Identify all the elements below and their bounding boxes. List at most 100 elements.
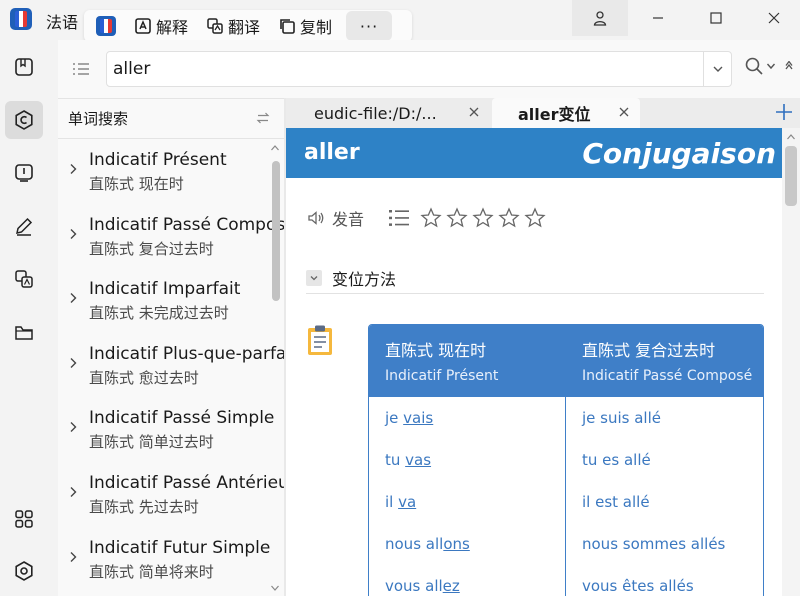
verb-link[interactable]: vas [405,451,431,469]
list-item-subtitle: 直陈式 现在时 [89,175,184,193]
chevron-right-icon [70,486,77,497]
collapse-chevron-icon[interactable] [784,61,794,71]
section-conjugation-methods[interactable]: 变位方法 [306,262,764,294]
list-item[interactable]: Indicatif Imparfait 直陈式 未完成过去时 [58,268,284,333]
word-list-scrollbar[interactable] [272,161,280,301]
rail-item-apps[interactable] [5,500,43,538]
minimize-button[interactable] [630,0,686,36]
copy-label: 复制 [300,18,333,37]
search-button[interactable] [744,56,794,76]
list-menu-icon[interactable] [70,58,92,80]
chevron-down-icon [310,275,318,280]
chevron-down-icon [713,66,722,72]
conjugation-row[interactable]: vous êtes allés [566,565,763,596]
scroll-up-icon[interactable] [270,143,280,153]
conjugation-row[interactable]: il va [369,481,565,523]
conjugation-row[interactable]: nous sommes allés [566,523,763,565]
maximize-button[interactable] [688,0,744,36]
entry-content: aller Conjugaison 发音 变位方法 直陈式 现在时 Indica… [286,128,800,596]
swap-icon[interactable] [256,111,270,125]
search-mode-chevron-icon[interactable] [766,61,776,71]
maximize-icon [710,12,722,24]
search-box [106,51,732,87]
language-flag-icon[interactable] [96,16,116,36]
word-search-panel: 单词搜索 Indicatif Présent 直陈式 现在时 Indicatif P… [58,98,284,596]
list-item-title: Indicatif Passé Simple [89,408,275,429]
search-icon [745,57,763,75]
conjugation-row[interactable]: nous allons [369,523,565,565]
user-icon [593,11,607,26]
rating-stars[interactable] [420,207,546,229]
verb-link[interactable]: va [398,493,416,511]
conjugation-row[interactable]: vous allez [369,565,565,596]
apps-grid-icon [15,510,33,528]
conjugation-row[interactable]: tu es allé [566,439,763,481]
star-icon[interactable] [446,207,468,229]
verb-link[interactable]: ez [443,577,460,595]
list-item[interactable]: Indicatif Futur Simple 直陈式 简单将来时 [58,527,284,592]
subject-text: je [385,409,404,427]
copy-button[interactable]: 复制 [278,14,332,38]
list-item[interactable]: Indicatif Passé Composé 直陈式 复合过去时 [58,204,284,269]
verb-link[interactable]: ons [443,535,470,553]
conjugated-form: nous sommes allés [582,535,726,553]
rail-item-wordbook[interactable] [5,154,43,192]
star-icon[interactable] [498,207,520,229]
column-header: 直陈式 现在时 Indicatif Présent [369,325,565,397]
tab-eudic-file[interactable]: eudic-file:/D:/... [286,98,490,128]
conjugation-row[interactable]: tu vas [369,439,565,481]
tab-aller-conjugation[interactable]: aller变位 [492,98,640,128]
chevron-right-icon [70,228,77,239]
rail-item-translate[interactable] [5,260,43,298]
close-window-button[interactable] [746,0,800,36]
list-item-title: Indicatif Imparfait [89,279,241,300]
search-input[interactable] [107,52,667,86]
tense-zh: 直陈式 复合过去时 [582,341,716,360]
rail-item-notes[interactable] [5,207,43,245]
star-icon[interactable] [524,207,546,229]
verb-link[interactable]: vais [403,409,433,427]
list-item-title: Indicatif Passé Antérieur [89,472,284,493]
app-logo [10,8,32,30]
explain-button[interactable]: 解释 [134,14,188,38]
translate-button[interactable]: 翻译 [206,14,260,38]
rail-item-files[interactable] [5,314,43,352]
star-icon[interactable] [472,207,494,229]
rail-item-settings[interactable] [5,552,43,590]
scroll-down-icon[interactable] [270,583,280,593]
scrollbar-thumb[interactable] [785,146,797,206]
list-item[interactable]: Indicatif Plus-que-parfait 直陈式 愈过去时 [58,333,284,398]
more-button[interactable]: ··· [346,11,393,41]
rail-item-dictionary[interactable] [5,48,43,86]
list-icon[interactable] [388,208,410,228]
conjugation-row[interactable]: je suis allé [566,397,763,439]
pronounce-button[interactable]: 发音 [306,206,364,230]
explain-label: 解释 [156,18,189,37]
list-item[interactable]: Indicatif Présent 直陈式 现在时 [58,139,284,204]
content-scrollbar[interactable] [782,128,800,596]
conjugation-row[interactable]: je vais [369,397,565,439]
rail-item-conjugation[interactable] [5,101,43,139]
star-icon[interactable] [420,207,442,229]
close-icon[interactable] [468,106,480,118]
conjugation-c-icon [15,110,33,130]
open-book-icon [15,164,33,182]
scroll-up-icon[interactable] [786,132,796,142]
subject-text: il [385,493,399,511]
list-item[interactable]: Indicatif Passé Simple 直陈式 简单过去时 [58,397,284,462]
subject-text: nous all [385,535,444,553]
list-item-subtitle: 直陈式 未完成过去时 [89,304,229,323]
list-item-title: Indicatif Passé Composé [89,214,284,235]
conjugation-row[interactable]: il est allé [566,481,763,523]
copy-icon [280,19,295,34]
list-item-subtitle: 直陈式 简单过去时 [89,433,214,452]
user-account-button[interactable] [572,0,628,36]
list-item-subtitle: 直陈式 愈过去时 [89,368,199,387]
chevron-right-icon [70,422,77,433]
add-tab-icon[interactable] [774,102,794,122]
search-history-dropdown[interactable] [703,52,731,86]
explain-icon [135,18,151,34]
list-item[interactable]: Indicatif Passé Antérieur 直陈式 先过去时 [58,462,284,527]
section-toggle[interactable] [306,269,322,286]
close-icon[interactable] [618,106,630,118]
